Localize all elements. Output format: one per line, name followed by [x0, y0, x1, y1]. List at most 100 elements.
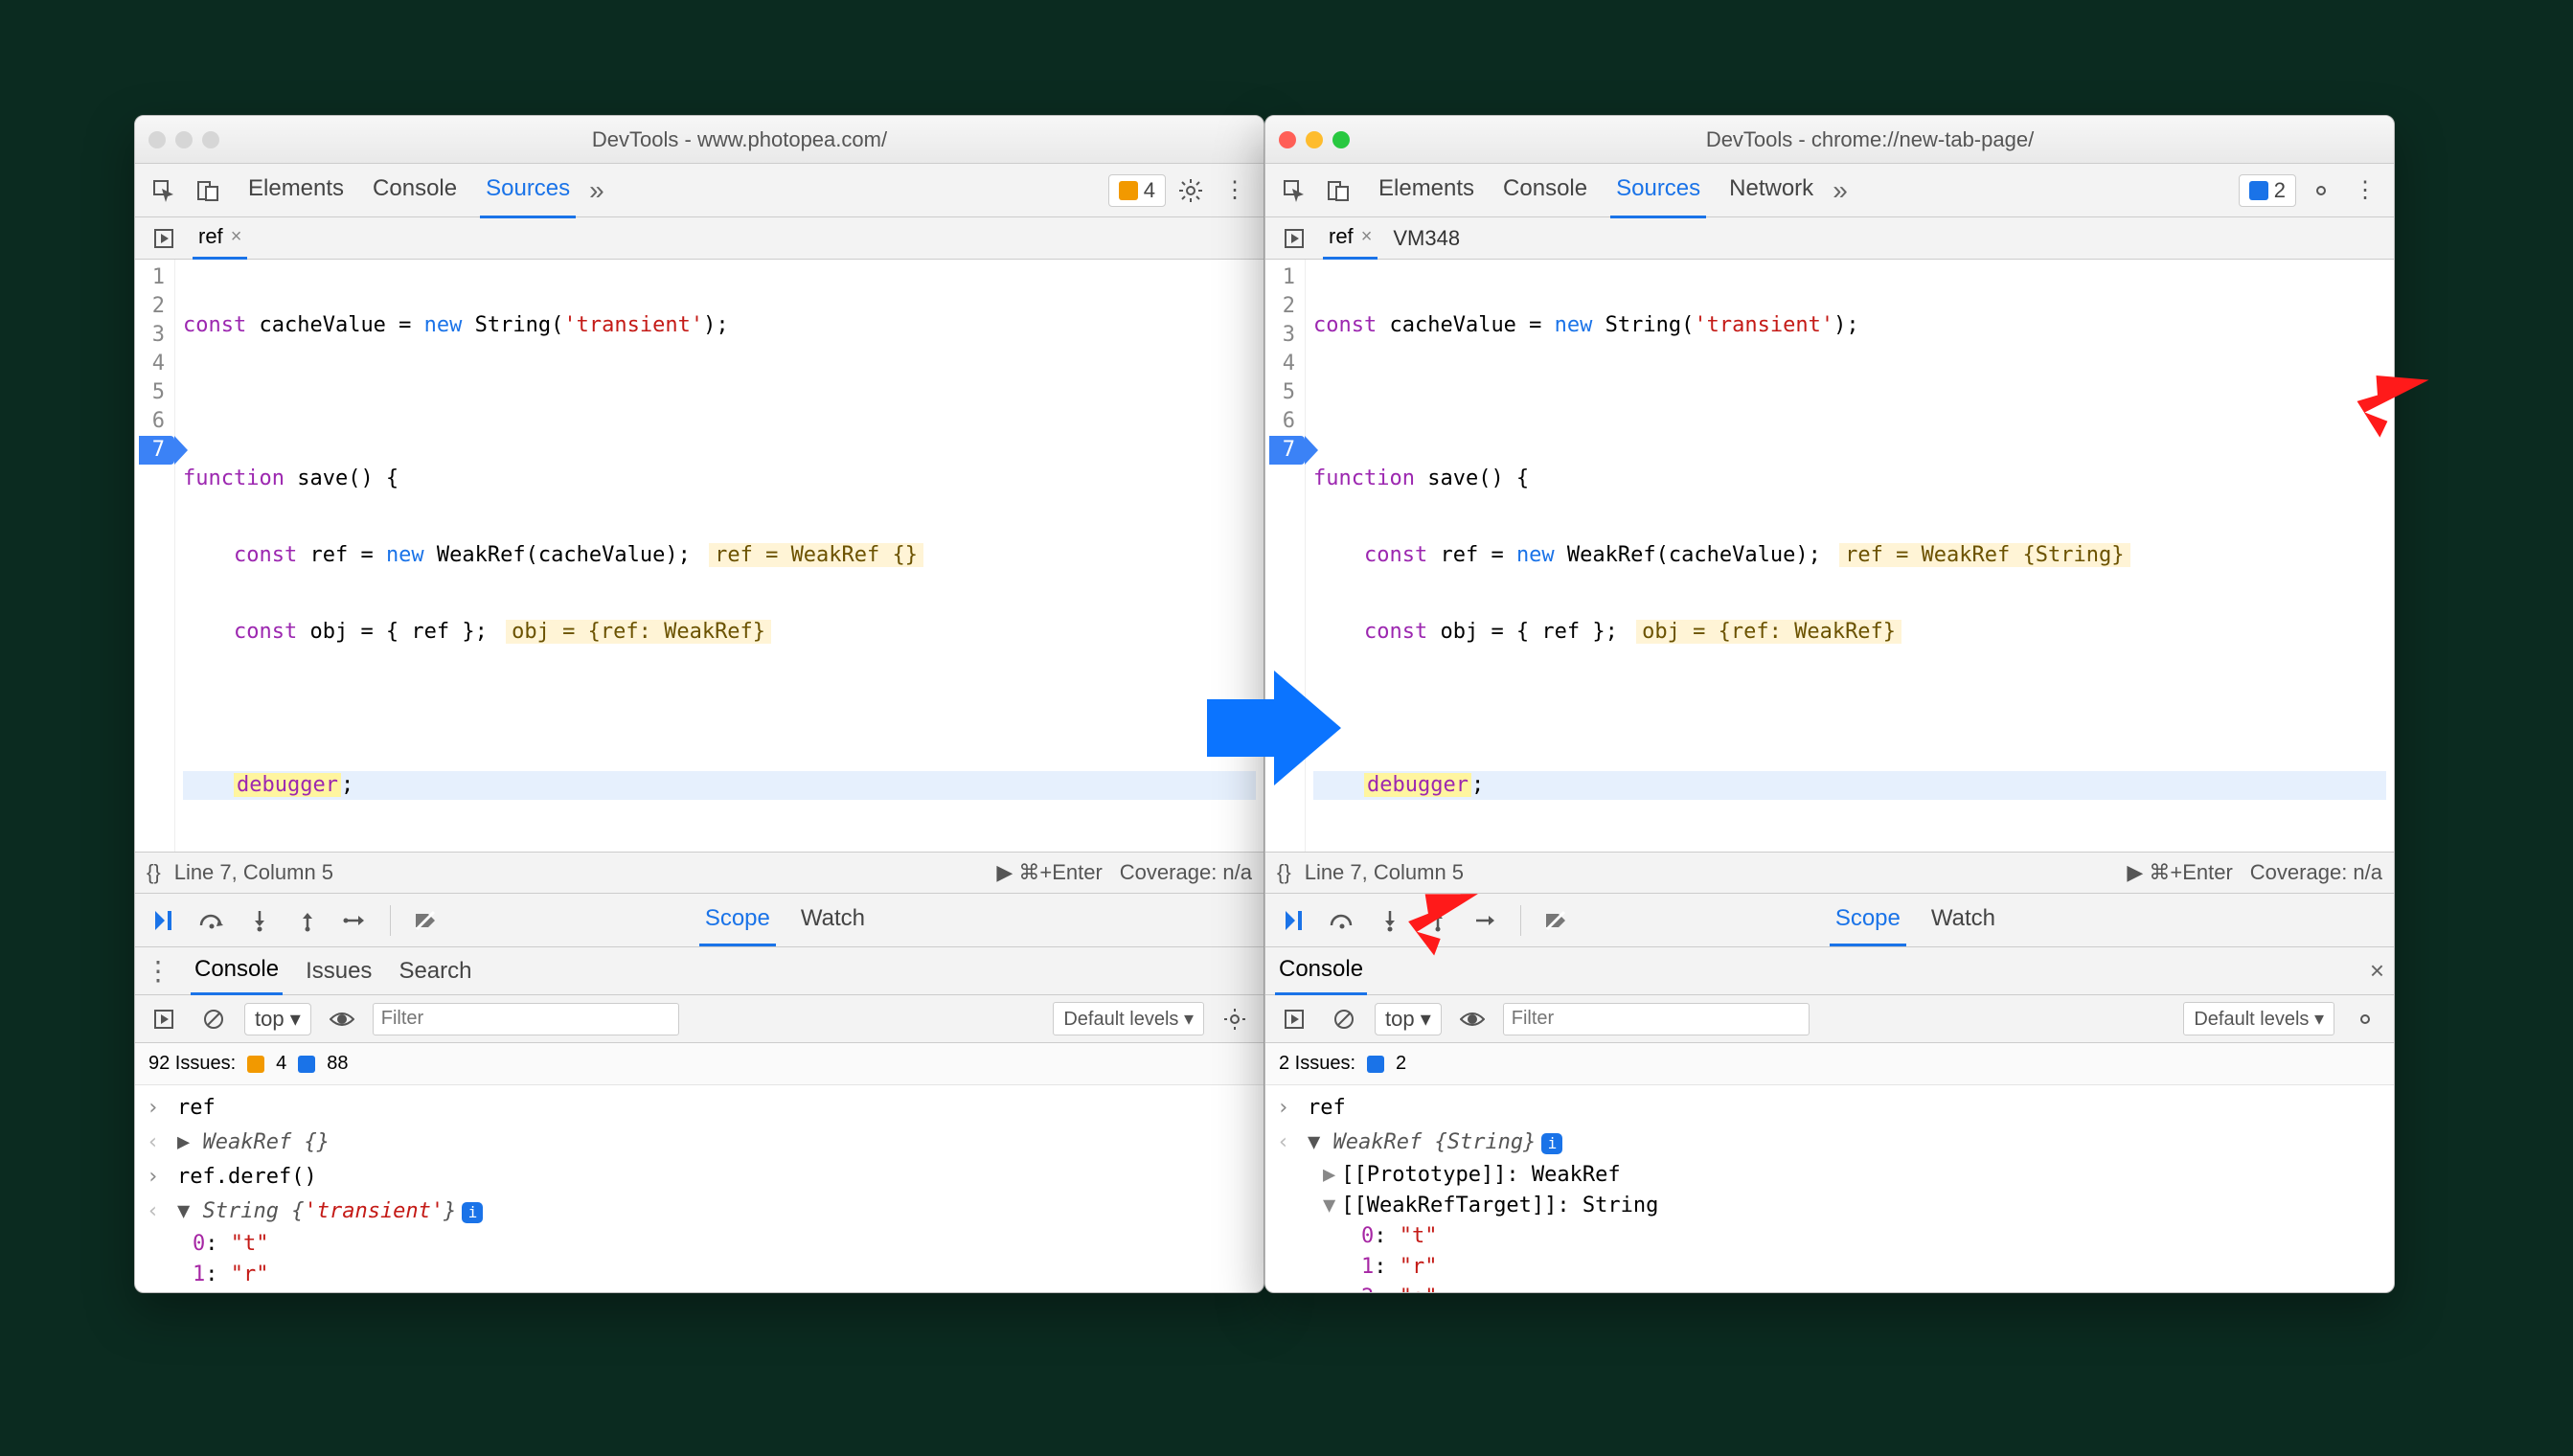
- step-into-icon[interactable]: [240, 901, 279, 940]
- deactivate-breakpoints-icon[interactable]: [1537, 901, 1575, 940]
- breakpoint-marker[interactable]: 7: [1269, 436, 1305, 465]
- minimize-icon[interactable]: [175, 131, 193, 148]
- file-tab-ref[interactable]: ref ×: [1323, 216, 1378, 260]
- info-icon[interactable]: i: [462, 1202, 483, 1223]
- issues-label: 2 Issues:: [1279, 1053, 1355, 1075]
- object-tree[interactable]: ▶[[Prototype]]: WeakRef ▼[[WeakRefTarget…: [1265, 1160, 2394, 1293]
- execute-icon[interactable]: [1275, 1000, 1313, 1038]
- code-content[interactable]: const cacheValue = new String('transient…: [1306, 260, 2394, 852]
- deactivate-breakpoints-icon[interactable]: [406, 901, 444, 940]
- close-icon[interactable]: ×: [1361, 226, 1373, 248]
- tab-watch[interactable]: Watch: [795, 894, 871, 946]
- context-selector[interactable]: top ▾: [1375, 1003, 1442, 1035]
- close-icon[interactable]: [148, 131, 166, 148]
- kebab-icon[interactable]: ⋮: [145, 955, 171, 987]
- file-tab-vm[interactable]: VM348: [1387, 218, 1466, 259]
- close-icon[interactable]: ×: [231, 226, 242, 248]
- close-icon[interactable]: [1279, 131, 1296, 148]
- inspect-icon[interactable]: [145, 171, 183, 210]
- step-over-icon[interactable]: [1323, 901, 1361, 940]
- drawer-tab-search[interactable]: Search: [395, 948, 475, 994]
- zoom-icon[interactable]: [202, 131, 219, 148]
- issues-badge[interactable]: 2: [2239, 174, 2296, 207]
- gear-icon[interactable]: [2346, 1000, 2384, 1038]
- drawer-tab-console[interactable]: Console: [1275, 946, 1367, 995]
- prompt-icon: ›: [147, 1093, 168, 1124]
- info-icon[interactable]: i: [1541, 1133, 1562, 1154]
- kebab-icon[interactable]: ⋮: [1216, 171, 1254, 210]
- minimize-icon[interactable]: [1306, 131, 1323, 148]
- panel-tabs: Elements Console Sources: [242, 162, 576, 218]
- issues-bar[interactable]: 92 Issues: 4 88: [135, 1043, 1264, 1085]
- object-tree[interactable]: 0: "t" 1: "r" 2: "a" 3: "n" 4: "s" 5: "i…: [135, 1229, 1264, 1293]
- gear-icon[interactable]: [2302, 171, 2340, 210]
- code-content[interactable]: const cacheValue = new String('transient…: [175, 260, 1264, 852]
- tab-watch[interactable]: Watch: [1925, 894, 2001, 946]
- main-toolbar: Elements Console Sources » 4 ⋮: [135, 164, 1264, 217]
- kebab-icon[interactable]: ⋮: [2346, 171, 2384, 210]
- more-tabs-icon[interactable]: »: [581, 175, 612, 206]
- resume-icon[interactable]: [145, 901, 183, 940]
- live-expression-icon[interactable]: [323, 1000, 361, 1038]
- clear-console-icon[interactable]: [194, 1000, 233, 1038]
- tab-elements[interactable]: Elements: [242, 162, 350, 218]
- filter-input[interactable]: [1503, 1003, 1810, 1035]
- clear-console-icon[interactable]: [1325, 1000, 1363, 1038]
- device-icon[interactable]: [189, 171, 227, 210]
- run-snippet-icon[interactable]: [1275, 219, 1313, 258]
- braces-icon[interactable]: {}: [147, 860, 161, 885]
- console-output[interactable]: ›ref ‹▶ WeakRef {} ›ref.deref() ‹▼ Strin…: [135, 1085, 1264, 1293]
- tab-network[interactable]: Network: [1723, 162, 1819, 218]
- execute-icon[interactable]: [145, 1000, 183, 1038]
- inspect-icon[interactable]: [1275, 171, 1313, 210]
- line-gutter[interactable]: 12 34 56 7: [135, 260, 175, 852]
- context-selector[interactable]: top ▾: [244, 1003, 311, 1035]
- coverage-status[interactable]: Coverage: n/a: [2250, 860, 2382, 885]
- tab-console[interactable]: Console: [367, 162, 463, 218]
- drawer-tab-console[interactable]: Console: [191, 946, 283, 995]
- drawer-tab-issues[interactable]: Issues: [302, 948, 376, 994]
- code-editor[interactable]: 12 34 56 7 const cacheValue = new String…: [1265, 260, 2394, 852]
- filter-input[interactable]: [373, 1003, 679, 1035]
- tab-scope[interactable]: Scope: [1830, 894, 1906, 946]
- tab-console[interactable]: Console: [1497, 162, 1593, 218]
- breakpoint-marker[interactable]: 7: [139, 436, 174, 465]
- more-tabs-icon[interactable]: »: [1825, 175, 1856, 206]
- file-tab-ref[interactable]: ref ×: [193, 216, 247, 260]
- gear-icon[interactable]: [1172, 171, 1210, 210]
- file-tab-label: VM348: [1393, 226, 1460, 251]
- inline-value-hint: obj = {ref: WeakRef}: [1636, 620, 1901, 644]
- code-editor[interactable]: 12 34 56 7 const cacheValue = new String…: [135, 260, 1264, 852]
- resume-icon[interactable]: [1275, 901, 1313, 940]
- run-snippet-icon[interactable]: [145, 219, 183, 258]
- log-levels-selector[interactable]: Default levels ▾: [2183, 1002, 2334, 1035]
- braces-icon[interactable]: {}: [1277, 860, 1291, 885]
- tab-sources[interactable]: Sources: [1610, 162, 1706, 218]
- step-out-icon[interactable]: [288, 901, 327, 940]
- tab-scope[interactable]: Scope: [699, 894, 776, 946]
- close-drawer-icon[interactable]: ×: [2370, 956, 2384, 986]
- issues-badge[interactable]: 4: [1108, 174, 1166, 207]
- expand-icon[interactable]: ▶: [1323, 1163, 1335, 1187]
- editor-statusbar: {} Line 7, Column 5 ▶ ⌘+Enter Coverage: …: [135, 852, 1264, 894]
- gear-icon[interactable]: [1216, 1000, 1254, 1038]
- file-tab-label: ref: [198, 224, 223, 249]
- coverage-status[interactable]: Coverage: n/a: [1120, 860, 1252, 885]
- tab-elements[interactable]: Elements: [1373, 162, 1480, 218]
- expand-icon[interactable]: ▼: [1323, 1194, 1335, 1217]
- console-output[interactable]: ›ref ‹▼ WeakRef {String}i ▶[[Prototype]]…: [1265, 1085, 2394, 1293]
- device-icon[interactable]: [1319, 171, 1357, 210]
- expand-icon[interactable]: ▶: [177, 1130, 190, 1154]
- step-over-icon[interactable]: [193, 901, 231, 940]
- live-expression-icon[interactable]: [1453, 1000, 1491, 1038]
- tab-sources[interactable]: Sources: [480, 162, 576, 218]
- step-icon[interactable]: [336, 901, 375, 940]
- result-icon: ‹: [1277, 1127, 1298, 1158]
- issues-bar[interactable]: 2 Issues: 2: [1265, 1043, 2394, 1085]
- expand-icon[interactable]: ▼: [1308, 1130, 1320, 1154]
- expand-icon[interactable]: ▼: [177, 1199, 190, 1223]
- titlebar[interactable]: DevTools - www.photopea.com/: [135, 116, 1264, 164]
- log-levels-selector[interactable]: Default levels ▾: [1053, 1002, 1204, 1035]
- titlebar[interactable]: DevTools - chrome://new-tab-page/: [1265, 116, 2394, 164]
- zoom-icon[interactable]: [1332, 131, 1350, 148]
